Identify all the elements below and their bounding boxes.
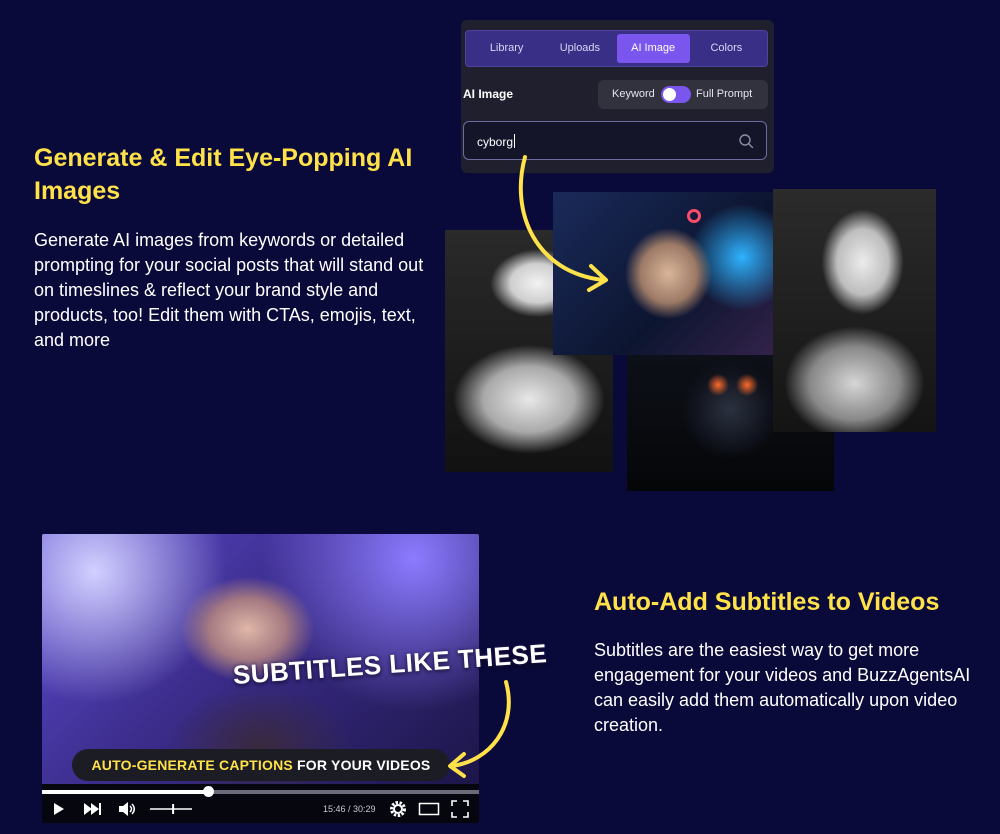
caption-rest: FOR YOUR VIDEOS [292,757,431,773]
fullscreen-icon[interactable] [450,799,470,819]
subtitles-heading: Auto-Add Subtitles to Videos [594,588,940,616]
tab-ai-image[interactable]: AI Image [616,34,690,63]
time-display: 15:46 / 30:29 [323,804,376,814]
prompt-mode-toggle[interactable]: Keyword Full Prompt [598,80,768,109]
play-icon[interactable] [52,799,66,819]
search-value: cyborg [477,135,514,149]
theater-mode-icon[interactable] [418,799,440,819]
skip-next-icon[interactable] [82,799,102,819]
toggle-keyword-label: Keyword [612,88,655,100]
ai-images-heading: Generate & Edit Eye-Popping AI Images [34,144,413,205]
ai-image-label: AI Image [463,87,514,101]
caption-highlight: AUTO-GENERATE CAPTIONS [91,757,293,773]
volume-slider[interactable] [148,799,194,819]
volume-icon[interactable] [117,799,137,819]
section-subtitles: Auto-Add Subtitles to Videos Subtitles a… [594,586,974,738]
cyborg-image-porcelain-face [773,189,936,432]
magnifier-icon[interactable] [738,133,754,149]
section-ai-images: Generate & Edit Eye-Popping AI Images Ge… [34,142,434,353]
red-ring-eye [687,209,701,223]
caption-banner: AUTO-GENERATE CAPTIONS FOR YOUR VIDEOS [72,749,450,781]
tab-uploads[interactable]: Uploads [543,34,616,63]
toggle-switch[interactable] [661,86,691,103]
ai-images-description: Generate AI images from keywords or deta… [34,230,424,350]
toggle-full-prompt-label: Full Prompt [696,88,753,100]
player-controls: 15:46 / 30:29 [42,796,479,823]
subtitles-description: Subtitles are the easiest way to get mor… [594,640,971,735]
tab-colors[interactable]: Colors [690,34,763,63]
ai-image-panel: Library Uploads AI Image Colors AI Image… [461,20,774,173]
tab-library[interactable]: Library [470,34,543,63]
curved-arrow-icon [518,155,608,292]
settings-gear-icon[interactable] [388,799,408,819]
curved-arrow-icon-2 [448,680,511,778]
media-tabs: Library Uploads AI Image Colors [465,30,768,67]
progress-bar[interactable] [42,786,479,797]
progress-fill [42,790,209,794]
